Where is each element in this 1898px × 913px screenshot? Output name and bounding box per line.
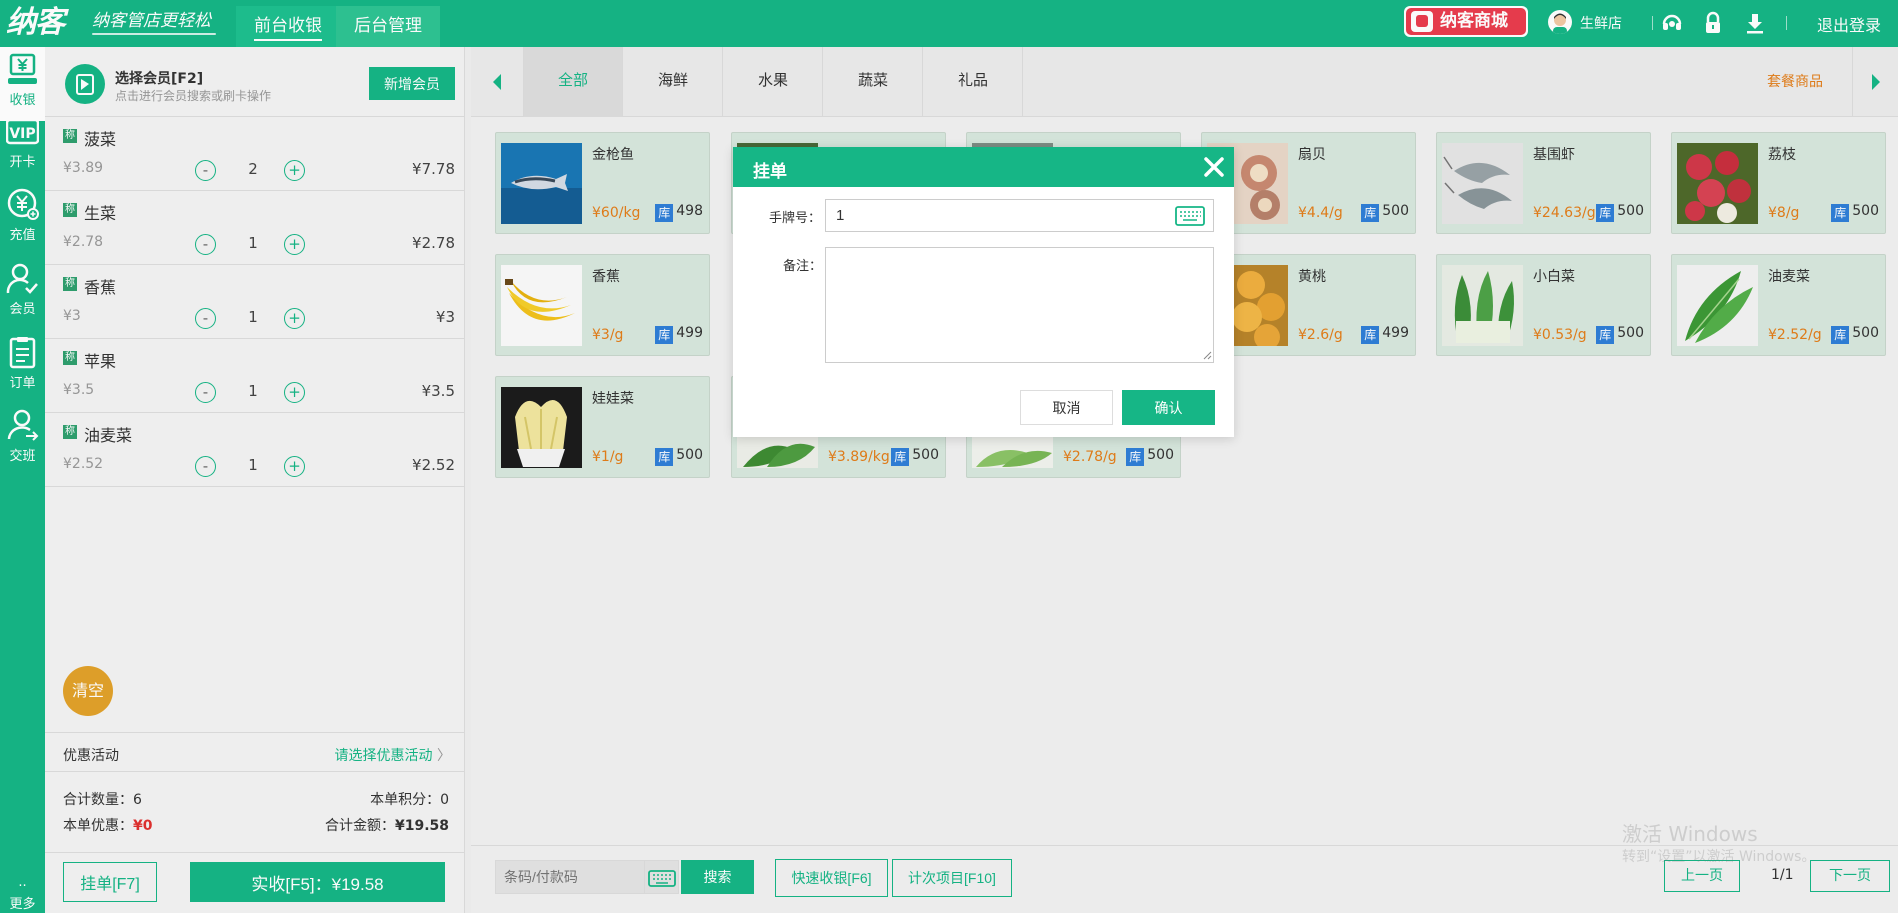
dialog-title: 挂单 xyxy=(753,162,787,182)
note-textarea[interactable] xyxy=(825,247,1214,363)
note-label: 备注： xyxy=(783,259,823,274)
tag-number-input[interactable] xyxy=(825,199,1214,232)
cancel-button[interactable]: 取消 xyxy=(1020,390,1113,425)
resize-grip-icon[interactable] xyxy=(1203,351,1212,360)
tag-number-label: 手牌号： xyxy=(769,211,822,226)
confirm-button[interactable]: 确认 xyxy=(1122,390,1215,425)
close-icon[interactable] xyxy=(1200,153,1228,181)
hold-order-dialog: 挂单 手牌号： 备注： 取消 确认 xyxy=(733,147,1234,437)
modal-overlay xyxy=(0,0,1898,913)
dialog-header: 挂单 xyxy=(733,147,1234,187)
keyboard-icon[interactable] xyxy=(1175,205,1205,227)
